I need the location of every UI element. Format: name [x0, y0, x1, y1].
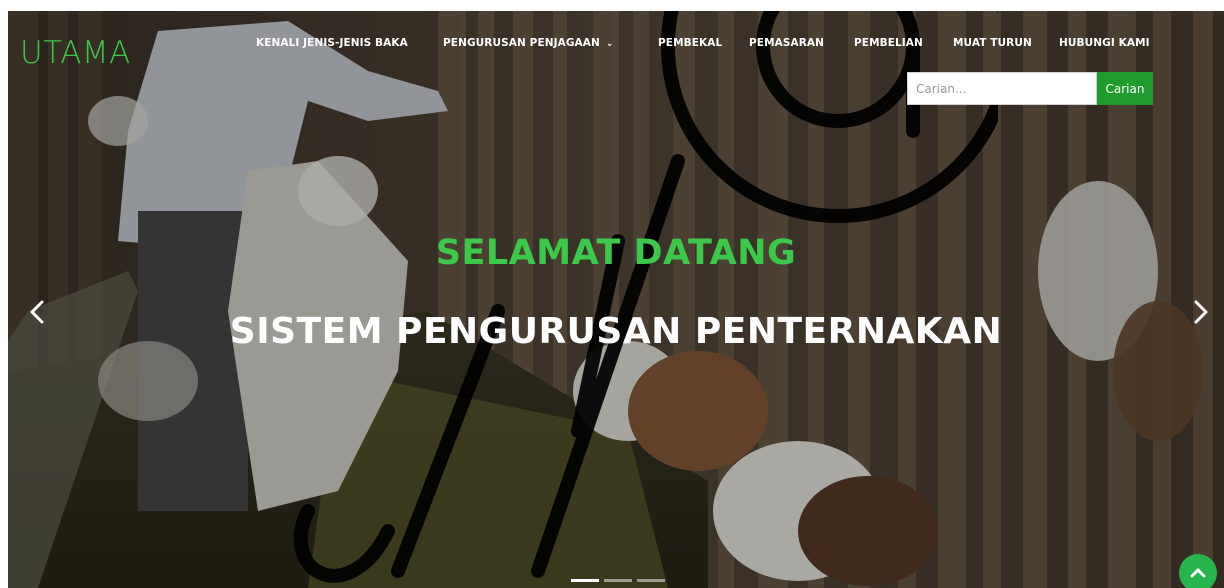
nav-item-pembekal[interactable]: PEMBEKAL — [658, 37, 722, 49]
nav-item-pengurusan-penjagaan[interactable]: PENGURUSAN PENJAGAAN ⌄ — [443, 37, 614, 49]
nav-item-pemasaran[interactable]: PEMASARAN — [749, 37, 824, 49]
carousel-prev-button[interactable] — [22, 294, 52, 330]
nav-item-muat-turun[interactable]: MUAT TURUN — [953, 37, 1032, 49]
nav-item-label: MUAT TURUN — [953, 37, 1032, 49]
carousel-next-button[interactable] — [1186, 294, 1216, 330]
carousel-indicator-2[interactable] — [604, 579, 632, 582]
nav-item-kenali-jenis-jenis-baka[interactable]: KENALI JENIS-JENIS BAKA — [256, 37, 408, 49]
nav-item-label: PENGURUSAN PENJAGAAN — [443, 37, 600, 49]
hero-welcome-text: SELAMAT DATANG — [435, 233, 797, 273]
site-logo[interactable]: UTAMA — [20, 35, 131, 71]
back-to-top-button[interactable] — [1179, 554, 1217, 588]
hero-carousel: UTAMA KENALI JENIS-JENIS BAKA PENGURUSAN… — [8, 11, 1224, 588]
search-input[interactable] — [907, 72, 1097, 105]
nav-item-label: KENALI JENIS-JENIS BAKA — [256, 37, 408, 49]
nav-item-hubungi-kami[interactable]: HUBUNGI KAMI — [1059, 37, 1150, 49]
search-button[interactable]: Carian — [1097, 72, 1153, 105]
chevron-up-icon — [1190, 568, 1206, 578]
carousel-indicator-3[interactable] — [637, 579, 665, 582]
nav-item-label: PEMBELIAN — [854, 37, 923, 49]
chevron-left-icon — [30, 300, 44, 324]
chevron-down-icon: ⌄ — [605, 39, 614, 49]
chevron-right-icon — [1194, 300, 1208, 324]
nav-item-label: PEMASARAN — [749, 37, 825, 49]
nav-item-label: PEMBEKAL — [658, 37, 723, 49]
nav-item-pembelian[interactable]: PEMBELIAN — [854, 37, 923, 49]
carousel-indicator-1[interactable] — [571, 579, 599, 582]
nav-item-label: HUBUNGI KAMI — [1059, 37, 1150, 49]
hero-title: SISTEM PENGURUSAN PENTERNAKAN — [229, 311, 1003, 352]
